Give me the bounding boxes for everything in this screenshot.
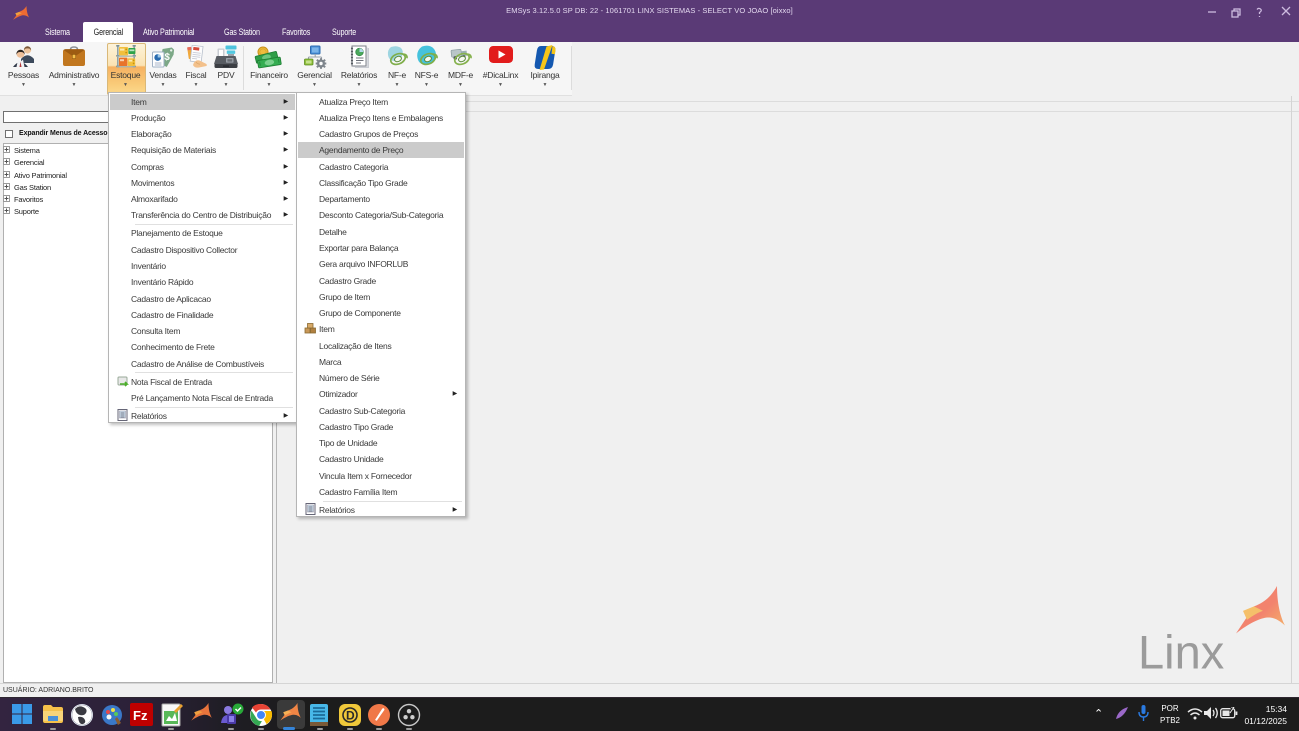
svg-text:Fz: Fz	[133, 708, 148, 723]
svg-text:D: D	[346, 709, 355, 723]
svg-text:Linx: Linx	[1138, 626, 1224, 675]
